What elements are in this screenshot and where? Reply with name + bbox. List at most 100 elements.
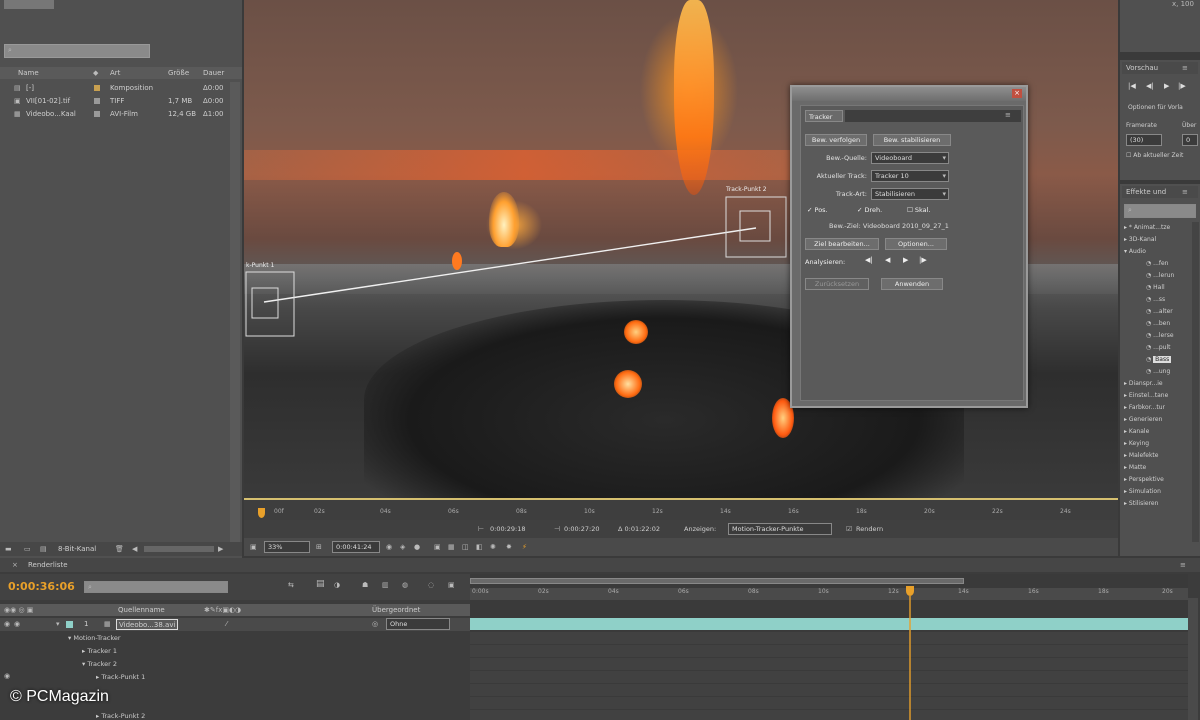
- previous-frame-icon[interactable]: ◀|: [1146, 82, 1154, 90]
- snapshot-icon[interactable]: ◉: [386, 538, 392, 556]
- tree-item[interactable]: ▾ Tracker 2: [82, 658, 470, 670]
- list-item[interactable]: ▣ VII[01-02].tif TIFF 1,7 MB Δ0:00: [0, 95, 242, 107]
- brainstorm-icon[interactable]: ▣: [448, 581, 455, 589]
- frame-blending-icon[interactable]: ▥: [382, 581, 389, 589]
- list-item[interactable]: ▦ Videobo...Kaal AVI-Film 12,4 GB Δ1:00: [0, 108, 242, 120]
- motion-blur-icon[interactable]: ◍: [402, 581, 408, 589]
- pickwhip-icon[interactable]: ⁄: [226, 618, 227, 631]
- layer-duration-bar[interactable]: [470, 618, 1188, 630]
- show-snapshot-icon[interactable]: ◈: [400, 538, 405, 556]
- close-icon[interactable]: ×: [12, 558, 18, 572]
- first-frame-icon[interactable]: |◀: [1128, 82, 1136, 90]
- apply-button[interactable]: Anwenden: [881, 278, 943, 290]
- layer-row[interactable]: ◉ ◉ ▾ 1 ▦ Videobo...38.avi ⁄ ◎ Ohne: [0, 618, 470, 631]
- list-item[interactable]: ▸ Generieren: [1124, 414, 1192, 426]
- views-layout-icon[interactable]: ◧: [476, 538, 483, 556]
- effects-tab[interactable]: Effekte und ≡: [1122, 186, 1198, 198]
- mini-flowchart-icon[interactable]: ⇆: [288, 581, 294, 589]
- parent-pickwhip-icon[interactable]: ◎: [372, 618, 378, 631]
- layer-name[interactable]: Videobo...38.avi: [116, 619, 179, 630]
- list-item[interactable]: ▸ * Animat...tze: [1124, 222, 1192, 234]
- tree-item[interactable]: ▸ Track-Punkt 1: [96, 671, 470, 683]
- viewer-playhead-icon[interactable]: [258, 508, 265, 518]
- graph-editor-icon[interactable]: ◌: [428, 581, 434, 589]
- list-item[interactable]: ◔ ...ben: [1146, 318, 1192, 330]
- column-duration[interactable]: Dauer: [203, 67, 224, 79]
- viewer-time-ruler[interactable]: 00f 02s 04s 06s 08s 10s 12s 14s 16s 18s …: [244, 498, 1118, 520]
- list-item[interactable]: ◔ ...alter: [1146, 306, 1192, 318]
- fast-preview-icon[interactable]: ⚡: [522, 538, 527, 556]
- new-folder-icon[interactable]: ▭: [24, 542, 31, 556]
- track-type-select[interactable]: Stabilisieren ▾: [871, 188, 949, 200]
- list-item[interactable]: ▸ Matte: [1124, 462, 1192, 474]
- list-item[interactable]: ▸ Einstel...tane: [1124, 390, 1192, 402]
- new-composition-icon[interactable]: ▤: [40, 542, 47, 556]
- list-item[interactable]: ▸ Keying: [1124, 438, 1192, 450]
- dialog-titlebar[interactable]: ×: [792, 87, 1026, 101]
- effects-search-input[interactable]: ⌕: [1124, 204, 1196, 218]
- panel-menu-icon[interactable]: ≡: [1180, 558, 1186, 572]
- expand-arrow-icon[interactable]: ▾: [56, 618, 60, 631]
- list-item[interactable]: ▸ Malefekte: [1124, 450, 1192, 462]
- in-point-icon[interactable]: ⊢: [478, 520, 484, 538]
- visibility-icon[interactable]: ◉: [4, 672, 10, 680]
- view-select[interactable]: Motion-Tracker-Punkte: [728, 523, 832, 535]
- panel-menu-icon[interactable]: ≡: [1182, 186, 1188, 198]
- toggle-viewer-icon[interactable]: ▣: [250, 538, 257, 556]
- list-item[interactable]: ▸ Kanale: [1124, 426, 1192, 438]
- list-item[interactable]: ◔ ...lerse: [1146, 330, 1192, 342]
- analyze-forward-frame-icon[interactable]: |▶: [919, 256, 927, 264]
- close-icon[interactable]: ×: [1012, 89, 1022, 98]
- exposure-reset-icon[interactable]: ✸: [506, 538, 512, 556]
- tab-render-queue[interactable]: Renderliste: [28, 558, 68, 572]
- current-track-select[interactable]: Tracker 10 ▾: [871, 170, 949, 182]
- options-button[interactable]: Optionen...: [885, 238, 947, 250]
- timeline-scrollbar[interactable]: [1188, 598, 1198, 720]
- render-checkbox-icon[interactable]: ☑: [846, 520, 852, 538]
- draft-3d-icon[interactable]: ◑: [334, 581, 340, 589]
- list-item-selected[interactable]: ◔ Bass: [1146, 354, 1192, 366]
- audio-icon[interactable]: ◉: [14, 618, 20, 631]
- tree-item[interactable]: ▸ Tracker 1: [82, 645, 470, 657]
- from-current-checkbox[interactable]: ☐ Ab aktueller Zeit: [1126, 152, 1183, 159]
- track-motion-button[interactable]: Bew. verfolgen: [805, 134, 867, 146]
- list-item[interactable]: ◔ Hall: [1146, 282, 1192, 294]
- list-item[interactable]: ▾ Audio: [1124, 246, 1192, 258]
- list-item[interactable]: ◔ ...pult: [1146, 342, 1192, 354]
- out-point-icon[interactable]: ⊣: [554, 520, 560, 538]
- analyze-forward-icon[interactable]: ▶: [903, 256, 908, 264]
- motion-source-select[interactable]: Videoboard ▾: [871, 152, 949, 164]
- reset-button[interactable]: Zurücksetzen: [805, 278, 869, 290]
- timeline-search-input[interactable]: ⌕: [84, 581, 228, 593]
- column-size[interactable]: Größe: [168, 67, 189, 79]
- visibility-icon[interactable]: ◉: [4, 618, 10, 631]
- project-search-input[interactable]: ⌕: [4, 44, 150, 58]
- column-type[interactable]: Art: [110, 67, 120, 79]
- list-item[interactable]: ◔ ...fen: [1146, 258, 1192, 270]
- tree-item[interactable]: ▸ Track-Punkt 2: [96, 710, 470, 720]
- column-name[interactable]: Name: [18, 67, 39, 79]
- panel-menu-icon[interactable]: ≡: [1005, 111, 1011, 119]
- tree-item[interactable]: ▾ Motion-Tracker: [68, 632, 470, 644]
- scroll-left-icon[interactable]: ◀: [132, 542, 137, 556]
- analyze-backward-icon[interactable]: ◀: [885, 256, 890, 264]
- analyze-back-frame-icon[interactable]: ◀|: [865, 256, 873, 264]
- framerate-select[interactable]: (30): [1126, 134, 1162, 146]
- effects-scrollbar[interactable]: [1192, 222, 1199, 542]
- stabilize-motion-button[interactable]: Bew. stabilisieren: [873, 134, 951, 146]
- preview-tab[interactable]: Vorschau ≡: [1122, 62, 1198, 74]
- shy-layers-icon[interactable]: ☗: [362, 581, 368, 589]
- close-icon[interactable]: x, 100: [1172, 0, 1194, 8]
- work-area-bar[interactable]: [470, 578, 964, 584]
- next-frame-icon[interactable]: |▶: [1178, 82, 1186, 90]
- safe-zones-icon[interactable]: ⊞: [316, 538, 322, 556]
- column-source-name[interactable]: Quellenname: [118, 604, 165, 616]
- skip-field[interactable]: 0: [1182, 134, 1198, 146]
- live-update-icon[interactable]: ▤: [316, 579, 325, 589]
- footer-scroll-track[interactable]: [144, 546, 214, 552]
- current-timecode[interactable]: 0:00:41:24: [332, 541, 380, 553]
- rotation-checkbox[interactable]: ✓ Dreh.: [857, 206, 882, 214]
- list-item[interactable]: ▸ Farbkor...tur: [1124, 402, 1192, 414]
- panel-menu-icon[interactable]: ≡: [1182, 62, 1188, 74]
- scroll-right-icon[interactable]: ▶: [218, 542, 223, 556]
